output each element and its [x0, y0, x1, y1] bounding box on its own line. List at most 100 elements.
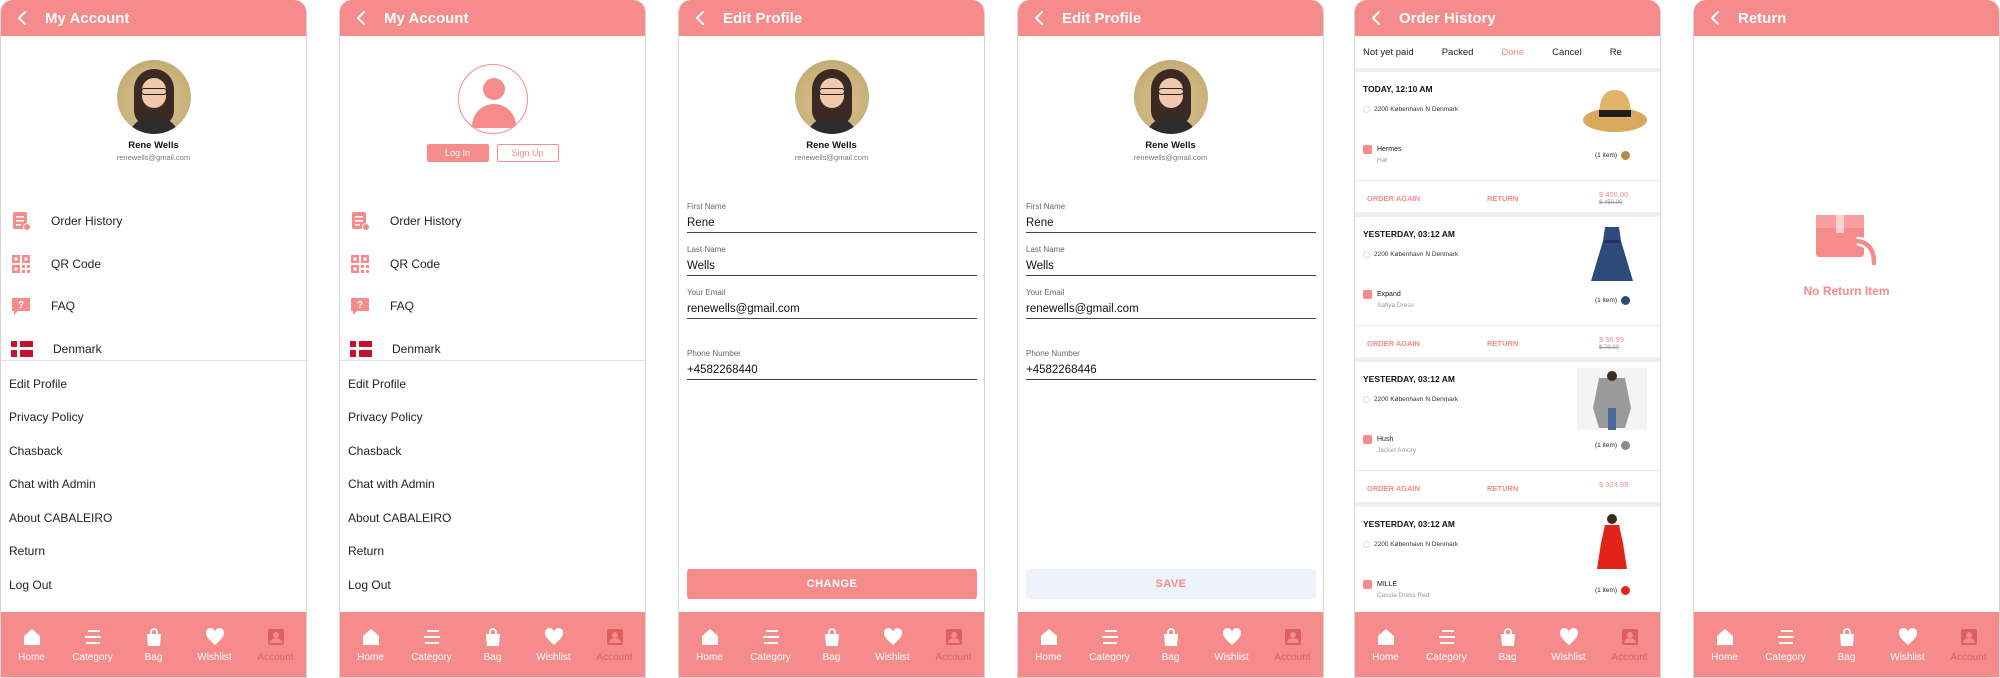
return-button[interactable]: RETURN — [1487, 194, 1518, 203]
link-edit-profile[interactable]: Edit Profile — [9, 367, 299, 401]
nav-category[interactable]: Category — [1755, 612, 1816, 677]
link-chat-with-admin[interactable]: Chat with Admin — [348, 468, 638, 502]
link-log-out[interactable]: Log Out — [9, 568, 299, 602]
nav-home[interactable]: Home — [679, 612, 740, 677]
link-chat-with-admin[interactable]: Chat with Admin — [9, 468, 299, 502]
menu-item-faq[interactable]: FAQ — [1, 285, 306, 328]
page-title: Order History — [1399, 9, 1496, 27]
email-field[interactable]: Your Email renewells@gmail.com — [687, 288, 979, 319]
nav-account[interactable]: Account — [923, 612, 984, 677]
nav-category[interactable]: Category — [1416, 612, 1477, 677]
nav-bag[interactable]: Bag — [123, 612, 184, 677]
back-icon[interactable] — [354, 10, 370, 26]
email-input[interactable]: renewells@gmail.com — [1026, 297, 1316, 319]
order-card[interactable]: YESTERDAY, 03:12 AM 2200 København N Den… — [1355, 362, 1660, 507]
order-card[interactable]: TODAY, 12:10 AM 2200 København N Denmark… — [1355, 72, 1660, 217]
nav-account[interactable]: Account — [1599, 612, 1660, 677]
nav-home[interactable]: Home — [1694, 612, 1755, 677]
order-card[interactable]: YESTERDAY, 03:12 AM 2200 København N Den… — [1355, 507, 1660, 613]
nav-category[interactable]: Category — [1079, 612, 1140, 677]
menu-item-country[interactable]: Denmark — [1, 328, 306, 371]
sign-up-button[interactable]: Sign Up — [496, 144, 559, 162]
avatar[interactable] — [1133, 60, 1208, 134]
save-button[interactable]: SAVE — [1026, 569, 1316, 599]
nav-wishlist[interactable]: Wishlist — [184, 612, 245, 677]
link-cashback[interactable]: Chasback — [9, 434, 299, 468]
avatar[interactable] — [116, 60, 191, 134]
nav-bag[interactable]: Bag — [801, 612, 862, 677]
back-icon[interactable] — [693, 10, 709, 26]
nav-bag[interactable]: Bag — [462, 612, 523, 677]
last-name-input[interactable]: Wells — [687, 254, 977, 276]
tab-packed[interactable]: Packed — [1434, 47, 1474, 58]
screen-return: Return No Return Item Home Category Bag … — [1693, 0, 2000, 678]
nav-wishlist[interactable]: Wishlist — [1538, 612, 1599, 677]
phone-field[interactable]: Phone Number +4582268446 — [1026, 349, 1318, 380]
log-in-button[interactable]: Log In — [426, 144, 489, 162]
return-button[interactable]: RETURN — [1487, 339, 1518, 348]
email-input[interactable]: renewells@gmail.com — [687, 297, 977, 319]
last-name-field[interactable]: Last Name Wells — [687, 245, 979, 276]
nav-account[interactable]: Account — [245, 612, 306, 677]
tab-return[interactable]: Re — [1602, 47, 1622, 58]
nav-account[interactable]: Account — [584, 612, 645, 677]
last-name-field[interactable]: Last Name Wells — [1026, 245, 1318, 276]
tab-cancel[interactable]: Cancel — [1544, 47, 1582, 58]
menu-item-faq[interactable]: FAQ — [340, 285, 645, 328]
nav-category[interactable]: Category — [401, 612, 462, 677]
order-card[interactable]: YESTERDAY, 03:12 AM 2200 København N Den… — [1355, 217, 1660, 362]
link-about[interactable]: About CABALEIRO — [348, 501, 638, 535]
nav-category[interactable]: Category — [740, 612, 801, 677]
nav-home[interactable]: Home — [1, 612, 62, 677]
link-privacy-policy[interactable]: Privacy Policy — [348, 401, 638, 435]
link-edit-profile[interactable]: Edit Profile — [348, 367, 638, 401]
nav-account[interactable]: Account — [1262, 612, 1323, 677]
link-about[interactable]: About CABALEIRO — [9, 501, 299, 535]
tab-not-yet-paid[interactable]: Not yet paid — [1355, 47, 1414, 58]
tab-done[interactable]: Done — [1493, 47, 1524, 58]
nav-home[interactable]: Home — [1018, 612, 1079, 677]
phone-input[interactable]: +4582268446 — [1026, 358, 1316, 380]
change-button[interactable]: CHANGE — [687, 569, 977, 599]
last-name-input[interactable]: Wells — [1026, 254, 1316, 276]
nav-category[interactable]: Category — [62, 612, 123, 677]
back-icon[interactable] — [15, 10, 31, 26]
order-again-button[interactable]: ORDER AGAIN — [1367, 484, 1420, 493]
nav-home[interactable]: Home — [340, 612, 401, 677]
email-field[interactable]: Your Email renewells@gmail.com — [1026, 288, 1318, 319]
phone-input[interactable]: +4582268440 — [687, 358, 977, 380]
menu-item-order-history[interactable]: Order History — [1, 200, 306, 243]
nav-wishlist[interactable]: Wishlist — [862, 612, 923, 677]
nav-wishlist[interactable]: Wishlist — [1877, 612, 1938, 677]
order-again-button[interactable]: ORDER AGAIN — [1367, 194, 1420, 203]
nav-label: Category — [1765, 651, 1806, 663]
nav-home[interactable]: Home — [1355, 612, 1416, 677]
phone-field[interactable]: Phone Number +4582268440 — [687, 349, 979, 380]
link-privacy-policy[interactable]: Privacy Policy — [9, 401, 299, 435]
back-icon[interactable] — [1708, 10, 1724, 26]
nav-bag[interactable]: Bag — [1477, 612, 1538, 677]
menu-item-qr-code[interactable]: QR Code — [1, 243, 306, 286]
first-name-field[interactable]: First Name Rene — [687, 202, 979, 233]
link-cashback[interactable]: Chasback — [348, 434, 638, 468]
first-name-field[interactable]: First Name Rene — [1026, 202, 1318, 233]
back-icon[interactable] — [1032, 10, 1048, 26]
menu-item-order-history[interactable]: Order History — [340, 200, 645, 243]
back-icon[interactable] — [1369, 10, 1385, 26]
first-name-input[interactable]: Rene — [687, 211, 977, 233]
return-button[interactable]: RETURN — [1487, 484, 1518, 493]
nav-wishlist[interactable]: Wishlist — [1201, 612, 1262, 677]
nav-bag[interactable]: Bag — [1816, 612, 1877, 677]
nav-bag[interactable]: Bag — [1140, 612, 1201, 677]
link-return[interactable]: Return — [9, 535, 299, 569]
first-name-input[interactable]: Rene — [1026, 211, 1316, 233]
menu-item-country[interactable]: Denmark — [340, 328, 645, 371]
nav-wishlist[interactable]: Wishlist — [523, 612, 584, 677]
avatar[interactable] — [794, 60, 869, 134]
menu-item-qr-code[interactable]: QR Code — [340, 243, 645, 286]
link-return[interactable]: Return — [348, 535, 638, 569]
category-icon — [422, 627, 442, 647]
order-again-button[interactable]: ORDER AGAIN — [1367, 339, 1420, 348]
link-log-out[interactable]: Log Out — [348, 568, 638, 602]
nav-account[interactable]: Account — [1938, 612, 1999, 677]
